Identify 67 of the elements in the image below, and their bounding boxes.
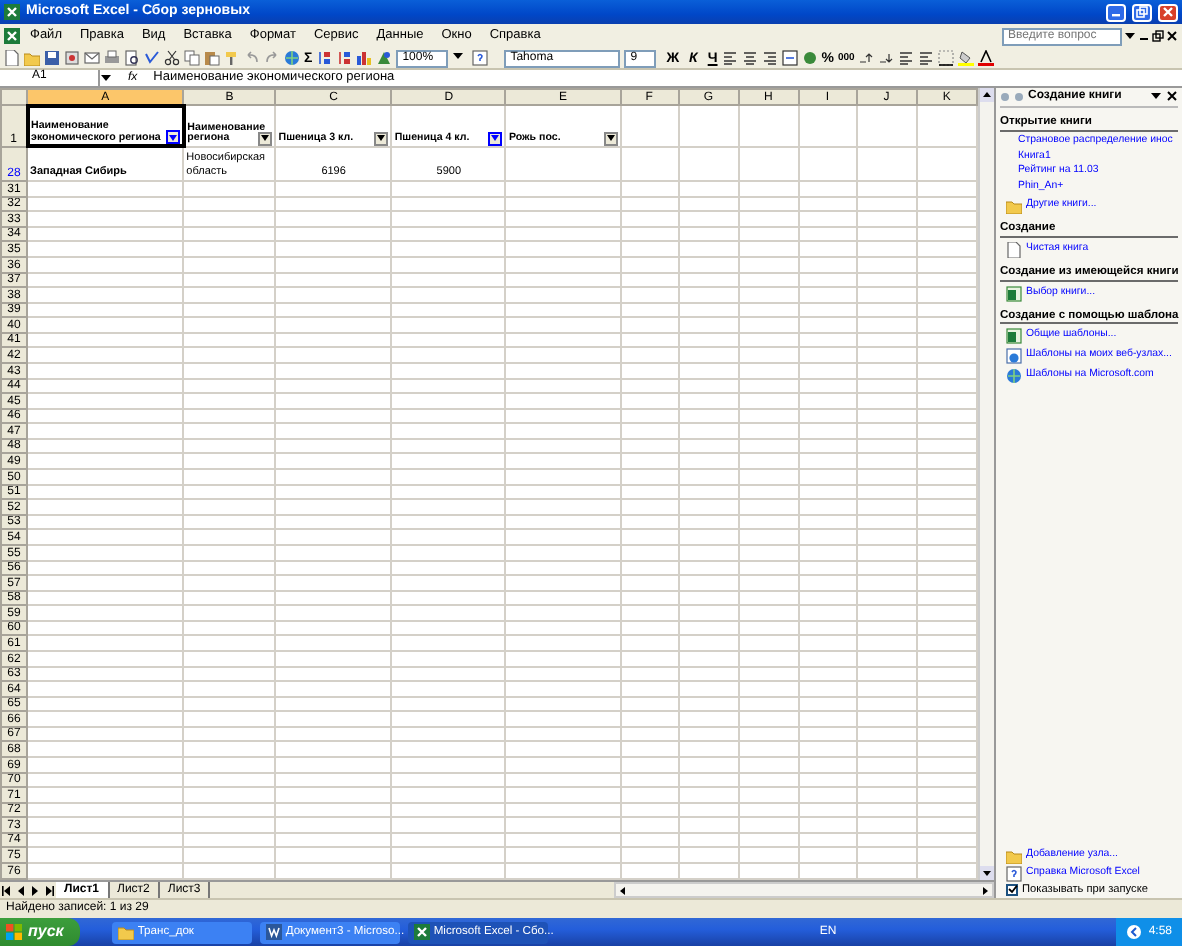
caret-icon [167,133,178,142]
cut-icon[interactable] [164,50,180,66]
hyperlink-icon[interactable] [284,50,300,66]
align-left-icon[interactable] [721,50,738,66]
last-sheet-icon[interactable] [42,883,56,897]
caret-icon [490,134,501,143]
format-painter-icon[interactable] [224,50,240,66]
spreadsheet-icon [4,28,20,44]
drawing-icon[interactable] [376,50,393,66]
filter-button[interactable] [374,131,389,145]
restore-button[interactable] [1132,3,1152,21]
horizontal-scrollbar[interactable] [614,882,994,898]
caret-icon[interactable] [1150,90,1162,103]
folder-icon [117,924,134,940]
checkmark-icon [1007,884,1017,895]
vertical-scrollbar[interactable] [978,88,994,880]
borders-icon[interactable] [938,50,955,66]
folder-icon [1006,198,1022,215]
align-center-icon[interactable] [741,50,758,66]
sort-descending-icon[interactable] [336,50,353,66]
decrease-indent-icon[interactable] [898,50,915,66]
first-sheet-icon[interactable] [0,883,14,897]
filter-button[interactable] [488,131,503,145]
increase-decimal-icon[interactable] [858,50,875,66]
fill-color-icon[interactable] [958,50,975,66]
caret-icon [605,134,616,143]
print-icon[interactable] [104,50,120,66]
close-icon[interactable] [1166,90,1178,103]
decrease-decimal-icon[interactable] [878,50,895,66]
globe-icon [1006,368,1022,385]
merge-cells-icon[interactable] [781,50,798,66]
web-page-icon [1006,348,1022,365]
mail-icon[interactable] [84,50,100,66]
chart-icon[interactable] [356,50,373,66]
folder-icon [1006,847,1022,864]
sort-ascending-icon[interactable] [316,50,333,66]
start-button[interactable]: пуск [0,918,80,946]
caret-icon [260,134,271,143]
shield-icon[interactable] [1126,924,1143,940]
caret-icon[interactable] [1124,30,1136,42]
filter-button[interactable] [603,131,618,145]
filter-button[interactable] [165,130,180,143]
checkbox[interactable] [1006,883,1018,896]
print-preview-icon[interactable] [124,50,140,66]
close-icon [1162,6,1174,18]
font-color-icon[interactable] [978,50,995,66]
workbook-icon [1006,328,1022,345]
caret-icon [376,134,387,143]
align-right-icon[interactable] [761,50,778,66]
scroll-up-icon[interactable] [980,88,994,102]
close-icon[interactable] [1166,30,1178,42]
workbook-icon [1006,285,1022,302]
help-icon[interactable] [472,50,489,66]
help-icon [1006,865,1022,882]
spreadsheet-icon [4,4,20,20]
document-icon [265,924,282,940]
save-icon[interactable] [44,50,60,66]
spelling-icon[interactable] [144,50,160,66]
document-icon [1006,242,1022,259]
increase-indent-icon[interactable] [918,50,935,66]
spreadsheet-icon [413,924,430,940]
windows-logo-icon [6,924,22,940]
paste-icon[interactable] [204,50,220,66]
minimize-button[interactable] [1106,3,1126,21]
close-button[interactable] [1158,3,1178,21]
filter-button[interactable] [258,131,273,145]
scroll-down-icon[interactable] [980,866,994,880]
